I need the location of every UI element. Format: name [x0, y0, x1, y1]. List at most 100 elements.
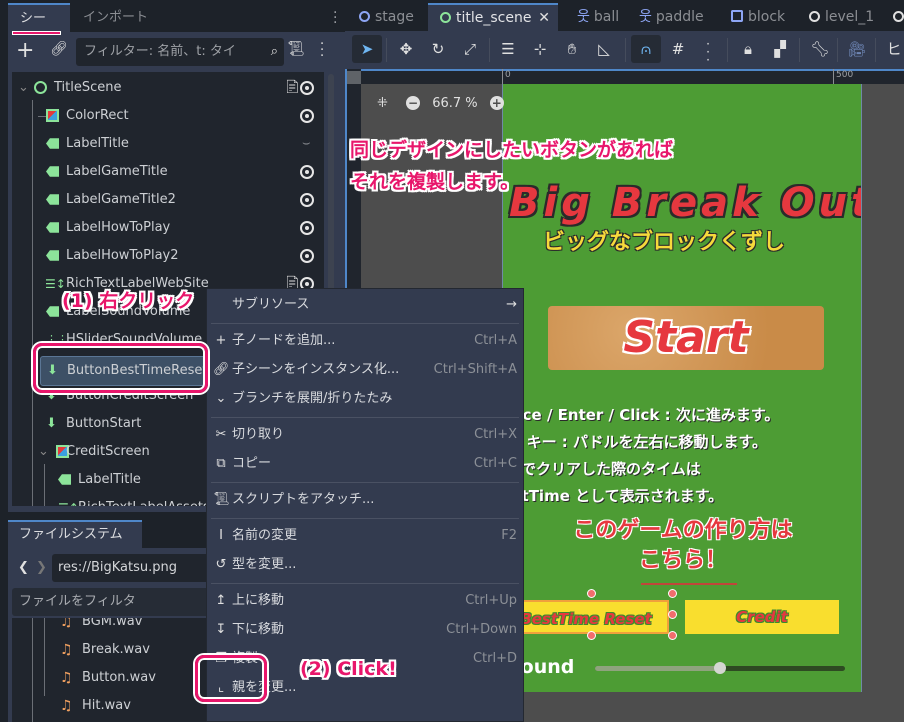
- menu-item-chevron-down[interactable]: ⌄ ブランチを展開/折りたたみ: [207, 385, 523, 413]
- menu-item-plus[interactable]: + 子ノードを追加... Ctrl+A: [207, 327, 523, 355]
- scene-tab-ball[interactable]: 웃 ball: [577, 3, 619, 31]
- view-icon[interactable]: ヒ: [879, 35, 904, 63]
- submenu-arrow-icon: →: [506, 297, 517, 312]
- zoom-level[interactable]: 66.7 %: [432, 96, 477, 111]
- eye-icon[interactable]: [300, 81, 314, 95]
- plus-icon[interactable]: +: [16, 38, 34, 64]
- separator: [799, 38, 800, 62]
- back-icon[interactable]: ❮: [18, 554, 29, 582]
- zoom-in-icon[interactable]: +: [489, 96, 504, 110]
- list-select-icon[interactable]: ☰: [493, 35, 523, 63]
- label-icon: [46, 166, 59, 177]
- tab-filesystem[interactable]: ファイルシステム: [8, 520, 142, 548]
- link-icon[interactable]: 🔗︎: [50, 41, 68, 57]
- menu-item-subresource[interactable]: サブリソース →: [207, 291, 523, 319]
- scene-tab-block[interactable]: block: [731, 3, 785, 31]
- pivot-icon[interactable]: ⊹: [525, 35, 555, 63]
- forward-icon[interactable]: ❯: [36, 554, 47, 582]
- eye-icon[interactable]: [300, 165, 314, 179]
- group-icon[interactable]: ▞: [765, 35, 795, 63]
- tree-row-labelgametitle2[interactable]: LabelGameTitle2: [12, 186, 324, 214]
- file-name: Hit.wav: [82, 698, 131, 713]
- grid-snap-icon[interactable]: #: [663, 35, 693, 63]
- selection-handle[interactable]: [668, 631, 677, 640]
- scene-tab-title-scene[interactable]: title_scene ✕: [428, 3, 558, 31]
- tree-row-labelhowtoplay2[interactable]: LabelHowToPlay2: [12, 242, 324, 270]
- eye-icon[interactable]: [300, 193, 314, 207]
- chevron-down-icon[interactable]: ⌄: [18, 74, 29, 102]
- selection-handle[interactable]: [668, 610, 677, 619]
- label-icon: [46, 222, 59, 233]
- menu-separator: [211, 482, 519, 483]
- camera-icon[interactable]: 🎥︎: [842, 35, 872, 63]
- move-icon[interactable]: ✥: [391, 35, 421, 63]
- lock-icon[interactable]: 🔒︎: [733, 35, 763, 63]
- slider-grabber: [714, 662, 726, 674]
- eye-icon[interactable]: [300, 249, 314, 263]
- tree-row-labelgametitle[interactable]: LabelGameTitle: [12, 158, 324, 186]
- menu-item-move-down[interactable]: ↧ 下に移動 Ctrl+Down: [207, 616, 523, 644]
- selection-handle[interactable]: [587, 631, 596, 640]
- rotate-icon[interactable]: ↻: [423, 35, 453, 63]
- snap-icon[interactable]: ⩀: [631, 35, 661, 63]
- zoom-controls: ⁜ − 66.7 % +: [377, 96, 504, 111]
- menu-item-copy[interactable]: ⧉ コピー Ctrl+C: [207, 450, 523, 478]
- menu-item-script-add[interactable]: 📜︎ スクリプトをアタッチ...: [207, 486, 523, 514]
- menu-item-label: 子シーンをインスタンス化...: [232, 362, 400, 377]
- plus-icon: +: [215, 333, 227, 348]
- selection-handle[interactable]: [587, 589, 596, 598]
- link-icon: 🔗︎: [213, 362, 230, 377]
- zoom-out-icon[interactable]: −: [406, 96, 421, 110]
- move-up-icon: ↥: [215, 593, 227, 608]
- chevron-down-icon[interactable]: ⌄: [38, 438, 49, 466]
- selection-handle[interactable]: [668, 589, 677, 598]
- pan-icon[interactable]: ✋︎: [557, 35, 587, 63]
- node-label: TitleScene: [54, 80, 122, 95]
- menu-item-move-up[interactable]: ↥ 上に移動 Ctrl+Up: [207, 587, 523, 615]
- menu-item-label: 下に移動: [232, 622, 285, 637]
- ruler-label: 0: [505, 70, 511, 80]
- audio-file-icon: ♫: [60, 698, 73, 714]
- more-icon[interactable]: · · ·: [693, 35, 723, 66]
- eye-hidden-icon[interactable]: ⌣: [302, 130, 311, 158]
- start-label: Start: [623, 312, 749, 363]
- menu-item-link[interactable]: 🔗︎ 子シーンをインスタンス化... Ctrl+Shift+A: [207, 356, 523, 384]
- eye-icon[interactable]: [300, 221, 314, 235]
- button-icon: ⬇︎: [46, 416, 57, 431]
- tree-row-labelhowtoplay[interactable]: LabelHowToPlay: [12, 214, 324, 242]
- label-icon: [46, 250, 59, 261]
- ruler-icon[interactable]: ◺: [589, 35, 619, 63]
- menu-item-rename[interactable]: I 名前の変更 F2: [207, 522, 523, 550]
- change-type-icon: ↺: [215, 557, 227, 572]
- scene-ring-icon: [893, 11, 904, 22]
- eye-icon[interactable]: [300, 109, 314, 123]
- menu-item-shortcut: Ctrl+A: [474, 333, 517, 348]
- tab-import[interactable]: インポート: [71, 3, 160, 32]
- close-icon[interactable]: ✕: [538, 5, 550, 31]
- tab-scene[interactable]: シーン: [8, 3, 70, 53]
- menu-separator: [211, 583, 519, 584]
- menu-item-change-type[interactable]: ↺ 型を変更...: [207, 551, 523, 579]
- scene-ring-icon: [440, 12, 451, 23]
- tree-row-colorrect[interactable]: ColorRect: [12, 102, 324, 130]
- menu-item-label: 名前の変更: [232, 528, 298, 543]
- scene-filter-input[interactable]: フィルター: 名前、t: タイ ⌕: [76, 38, 284, 66]
- scene-tab-level-1[interactable]: level_1: [809, 3, 874, 31]
- node-label: LabelHowToPlay: [66, 220, 171, 235]
- tab-label: stage: [375, 9, 414, 25]
- select-icon[interactable]: ➤: [352, 35, 382, 63]
- script-icon[interactable]: 📄︎: [284, 74, 301, 102]
- scene-tab-stage[interactable]: stage: [359, 3, 414, 31]
- scale-icon[interactable]: ⤢: [455, 35, 485, 63]
- center-view-icon[interactable]: ⁜: [377, 96, 388, 111]
- tree-row-labeltitle[interactable]: LabelTitle ⌣: [12, 130, 324, 158]
- separator: [625, 38, 626, 62]
- bone-icon[interactable]: 🦴︎: [805, 35, 835, 63]
- scene-tab-overflow[interactable]: [893, 3, 904, 31]
- tree-row-titlescene[interactable]: ⌄ TitleScene 📄︎: [12, 74, 324, 102]
- script-add-icon[interactable]: 📜︎: [287, 41, 305, 57]
- kebab-menu-icon[interactable]: · · ·: [320, 38, 324, 63]
- dock-menu-icon[interactable]: · · ·: [333, 6, 337, 30]
- scene-tab-paddle[interactable]: 웃 paddle: [639, 3, 704, 31]
- menu-item-scissors[interactable]: ✂︎ 切り取り Ctrl+X: [207, 421, 523, 449]
